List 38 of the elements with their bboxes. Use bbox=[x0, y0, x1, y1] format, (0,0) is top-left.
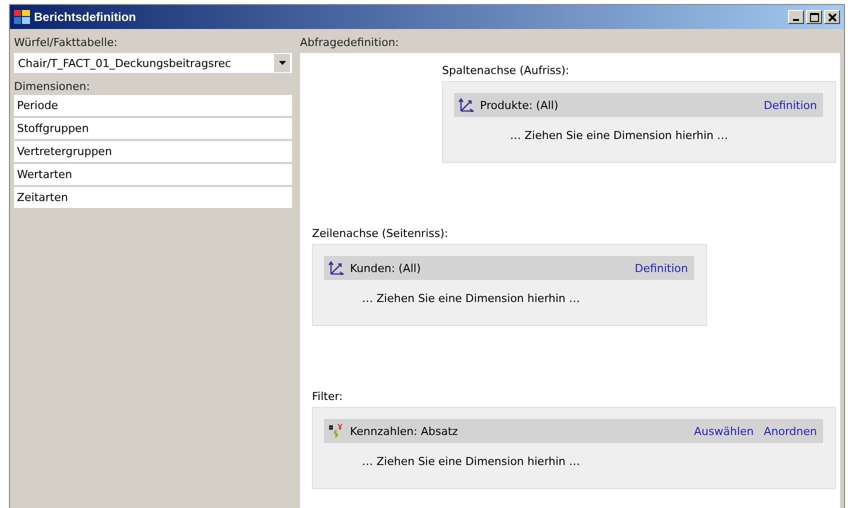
dimension-bar[interactable]: Kunden: (All) Definition bbox=[324, 256, 694, 280]
dimension-bar[interactable]: Produkte: (All) Definition bbox=[454, 93, 823, 117]
action-link[interactable]: Definition bbox=[634, 262, 688, 274]
minimize-button[interactable] bbox=[788, 10, 804, 24]
dropdown-button[interactable] bbox=[274, 54, 290, 72]
app-icon bbox=[14, 9, 30, 25]
drop-hint: … Ziehen Sie eine Dimension hierhin … bbox=[362, 455, 582, 468]
dimension-bar[interactable]: Kennzahlen: Absatz Auswählen Anordnen bbox=[324, 419, 823, 443]
axes-icon bbox=[458, 98, 474, 112]
maximize-icon bbox=[810, 12, 818, 22]
dimensions-label: Dimensionen: bbox=[14, 79, 91, 95]
dimension-name: Produkte: (All) bbox=[480, 98, 558, 112]
zone-label: Zeilenachse (Seitenriss): bbox=[312, 226, 450, 242]
dimension-item[interactable]: Vertretergruppen bbox=[14, 141, 292, 162]
caret-icon bbox=[278, 61, 286, 65]
cube-dropdown[interactable]: Chair/T_FACT_01_Deckungsbeitragsrec bbox=[14, 53, 292, 73]
cube-label: Würfel/Fakttabelle: bbox=[14, 35, 119, 51]
action-link[interactable]: Auswählen bbox=[694, 424, 754, 438]
window-title: Berichtsdefinition bbox=[34, 10, 136, 24]
axes-icon bbox=[328, 261, 344, 275]
maximize-button[interactable] bbox=[806, 10, 822, 24]
close-button[interactable] bbox=[824, 10, 840, 24]
drop-hint: … Ziehen Sie eine Dimension hierhin … bbox=[510, 129, 730, 142]
close-icon bbox=[828, 12, 836, 22]
dimension-name: Kunden: (All) bbox=[350, 262, 421, 274]
minimize-icon bbox=[793, 19, 799, 21]
dimension-name: Kennzahlen: Absatz bbox=[350, 424, 458, 438]
currency-icon bbox=[328, 423, 344, 439]
drop-hint: … Ziehen Sie eine Dimension hierhin … bbox=[362, 292, 582, 305]
dimension-item[interactable]: Stoffgruppen bbox=[14, 118, 292, 139]
zone-label: Filter: bbox=[312, 389, 344, 405]
action-link[interactable]: Anordnen bbox=[764, 424, 817, 438]
dimension-item[interactable]: Wertarten bbox=[14, 164, 292, 185]
dimension-item[interactable]: Zeitarten bbox=[14, 187, 292, 208]
action-link[interactable]: Definition bbox=[764, 98, 817, 112]
zone-label: Spaltenachse (Aufriss): bbox=[442, 63, 570, 79]
query-label: Abfragedefinition: bbox=[300, 35, 400, 51]
dimension-item[interactable]: Periode bbox=[14, 95, 292, 116]
